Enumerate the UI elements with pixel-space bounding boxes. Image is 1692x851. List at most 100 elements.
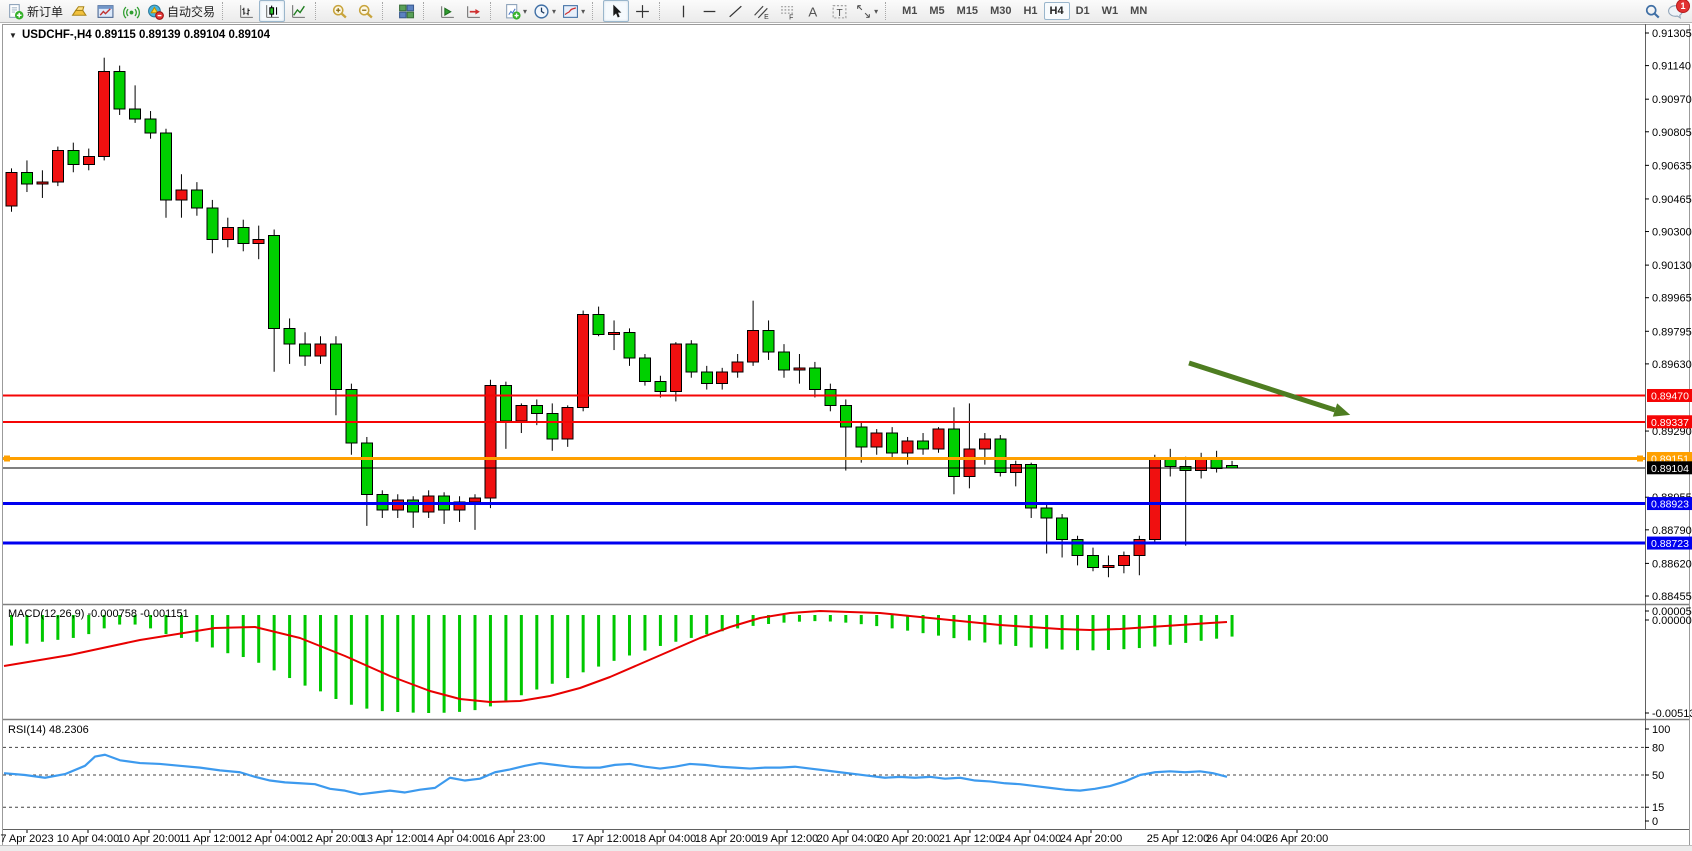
fibonacci-button[interactable]: F: [774, 0, 800, 22]
candle-body: [717, 372, 728, 384]
candle-body: [732, 362, 743, 372]
indicators-button[interactable]: ▾: [501, 0, 530, 22]
signals-button[interactable]: [118, 0, 144, 22]
candle-body: [609, 332, 620, 334]
tile-windows-button[interactable]: [393, 0, 419, 22]
candle: [52, 147, 63, 187]
timeframe-m5-button[interactable]: M5: [923, 2, 950, 20]
price-tick-label: 0.88620: [1652, 558, 1692, 570]
macd-axis-label: 0.0000000: [1652, 615, 1692, 627]
candle-body: [1118, 556, 1129, 566]
price-label-text: 0.89104: [1651, 463, 1689, 475]
candle-body: [748, 330, 759, 362]
time-tick-label: 20 Apr 04:00: [817, 833, 879, 845]
zoom-out-button[interactable]: [352, 0, 378, 22]
equidistant-channel-button[interactable]: E: [748, 0, 774, 22]
arrows-button[interactable]: ▾: [852, 0, 881, 22]
bar-chart-button[interactable]: [233, 0, 259, 22]
timeframe-h4-button[interactable]: H4: [1044, 2, 1070, 20]
svg-text:E: E: [764, 13, 769, 19]
price-label-text: 0.89337: [1651, 417, 1689, 429]
candle-body: [547, 413, 558, 439]
time-tick-label: 12 Apr 20:00: [301, 833, 363, 845]
candle-body: [114, 72, 125, 110]
crosshair-icon: [634, 3, 651, 20]
candle-body: [130, 109, 141, 119]
price-tick-label: 0.90635: [1652, 160, 1692, 172]
hline-handle[interactable]: [4, 456, 10, 462]
chevron-down-icon[interactable]: ▾: [581, 7, 585, 16]
hline-handle[interactable]: [1637, 456, 1643, 462]
text-button[interactable]: A: [800, 0, 826, 22]
templates-button[interactable]: ▾: [559, 0, 588, 22]
candle-body: [1211, 459, 1222, 469]
candlestick-chart-button[interactable]: [259, 0, 285, 22]
svg-text:F: F: [789, 14, 793, 20]
time-tick-label: 13 Apr 12:00: [361, 833, 423, 845]
time-tick-label: 10 Apr 04:00: [57, 833, 119, 845]
trendline-button[interactable]: [722, 0, 748, 22]
candle-body: [145, 119, 156, 133]
candle-body: [639, 358, 650, 382]
auto-trading-button[interactable]: 自动交易: [144, 0, 218, 22]
chat-button[interactable]: 1: [1667, 3, 1684, 20]
timeframe-d1-button[interactable]: D1: [1070, 2, 1096, 20]
search-button[interactable]: [1644, 3, 1661, 20]
candle-body: [979, 439, 990, 449]
auto-scroll-button[interactable]: [434, 0, 460, 22]
chart-shift-button[interactable]: [460, 0, 486, 22]
candle-body: [701, 372, 712, 384]
chevron-down-icon[interactable]: ▾: [874, 7, 878, 16]
candle-body: [1180, 467, 1191, 471]
horizontal-line-button[interactable]: [696, 0, 722, 22]
vertical-line-button[interactable]: [670, 0, 696, 22]
text-label-button[interactable]: T: [826, 0, 852, 22]
channel-icon: E: [753, 3, 770, 20]
new-order-button-label: 新订单: [27, 3, 63, 20]
gold-button[interactable]: [66, 0, 92, 22]
timeframe-w1-button[interactable]: W1: [1096, 2, 1125, 20]
candle-body: [763, 330, 774, 352]
candle-body: [964, 449, 975, 477]
time-tick-label: 24 Apr 04:00: [999, 833, 1061, 845]
candle-body: [531, 405, 542, 413]
time-tick-label: 18 Apr 04:00: [634, 833, 696, 845]
candle: [686, 340, 697, 378]
candle-body: [624, 332, 635, 358]
new-order-button[interactable]: 新订单: [4, 0, 66, 22]
periods-button[interactable]: ▾: [530, 0, 559, 22]
candle-body: [918, 441, 929, 449]
charts-button[interactable]: [92, 0, 118, 22]
chevron-down-icon[interactable]: ▾: [552, 7, 556, 16]
shapes-icon: [855, 3, 872, 20]
candle-body: [346, 390, 357, 443]
candle-body: [871, 433, 882, 447]
price-tick-label: 0.89795: [1652, 326, 1692, 338]
periods-icon: [533, 3, 550, 20]
rsi-label: RSI(14) 48.2306: [8, 724, 89, 736]
cursor-button[interactable]: [603, 0, 629, 22]
time-tick-label: 21 Apr 12:00: [939, 833, 1001, 845]
time-tick-label: 10 Apr 20:00: [118, 833, 180, 845]
macd-label: MACD(12,26,9) -0.000758 -0.001151: [8, 608, 189, 620]
price-tick-label: 0.88455: [1652, 591, 1692, 603]
toolbar-separator: [382, 2, 390, 20]
zoom-in-button[interactable]: [326, 0, 352, 22]
timeframe-m15-button[interactable]: M15: [951, 2, 984, 20]
line-icon-icon: [290, 3, 307, 20]
timeframe-m30-button[interactable]: M30: [984, 2, 1017, 20]
one-click-trading-toggle: ▼: [9, 31, 17, 40]
crosshair-button[interactable]: [629, 0, 655, 22]
timeframe-mn-button[interactable]: MN: [1124, 2, 1153, 20]
line-chart-button[interactable]: [285, 0, 311, 22]
chevron-down-icon[interactable]: ▾: [523, 7, 527, 16]
candle-body: [794, 368, 805, 370]
shift-icon: [465, 3, 482, 20]
timeframe-h1-button[interactable]: H1: [1017, 2, 1043, 20]
candle-body: [83, 156, 94, 164]
timeframe-m1-button[interactable]: M1: [896, 2, 923, 20]
price-tick-label: 0.90465: [1652, 194, 1692, 206]
vline-icon: [675, 3, 692, 20]
time-tick-label: 25 Apr 12:00: [1147, 833, 1209, 845]
candle-body: [68, 151, 79, 165]
